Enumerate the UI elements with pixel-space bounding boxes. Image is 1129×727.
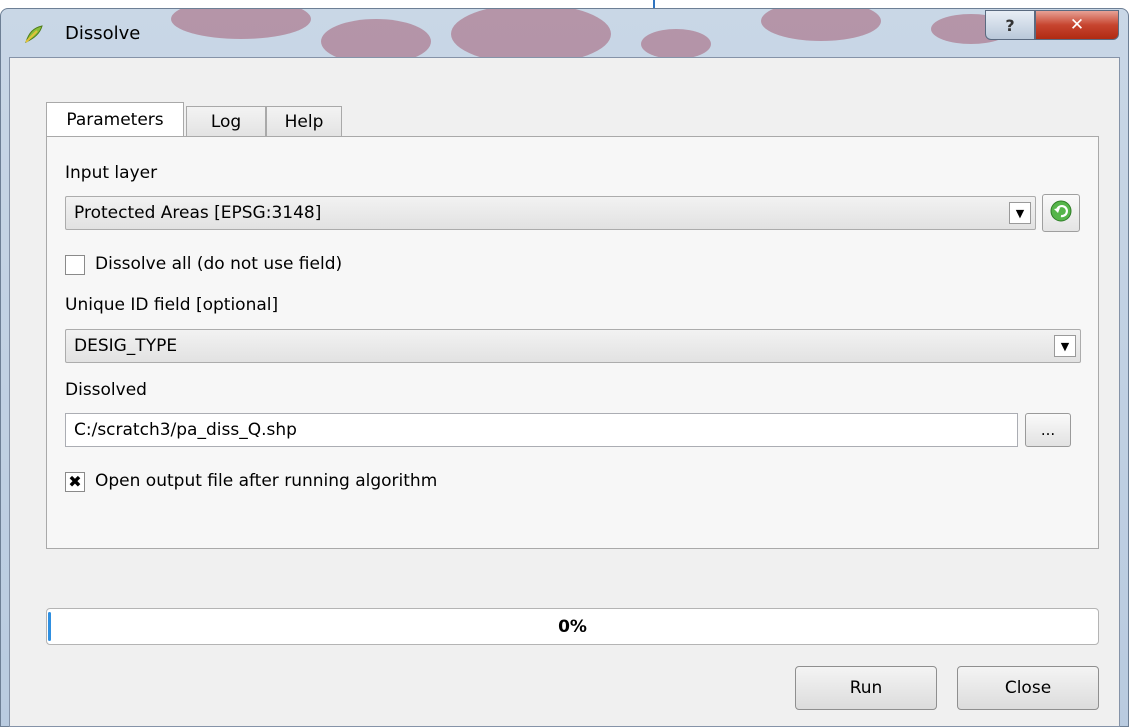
open-output-label: Open output file after running algorithm xyxy=(95,471,438,491)
browse-button[interactable]: ... xyxy=(1025,413,1071,447)
refresh-icon xyxy=(1049,199,1073,228)
tab-log-label: Log xyxy=(210,111,242,132)
dialog-window: Dissolve ? ✕ Parameters Log Help Input l… xyxy=(0,8,1129,727)
progress-bar: 0% xyxy=(46,608,1099,645)
dissolve-all-label: Dissolve all (do not use field) xyxy=(95,254,343,274)
progress-label: 0% xyxy=(558,617,587,637)
browse-label: ... xyxy=(1040,421,1056,439)
qgis-leaf-icon xyxy=(23,23,45,45)
window-title: Dissolve xyxy=(65,23,141,44)
question-icon: ? xyxy=(1005,15,1015,35)
dissolve-all-checkbox[interactable] xyxy=(65,255,85,275)
close-button-label: Close xyxy=(1004,678,1052,698)
close-button[interactable]: Close xyxy=(957,666,1099,710)
input-layer-select[interactable]: Protected Areas [EPSG:3148] ▼ xyxy=(65,196,1036,230)
chevron-down-icon: ▼ xyxy=(1054,335,1076,357)
close-window-button[interactable]: ✕ xyxy=(1035,10,1119,40)
dissolved-path-input[interactable] xyxy=(65,413,1018,447)
unique-id-value: DESIG_TYPE xyxy=(74,336,178,356)
tab-parameters[interactable]: Parameters xyxy=(46,102,184,136)
help-window-button[interactable]: ? xyxy=(985,10,1035,40)
input-layer-value: Protected Areas [EPSG:3148] xyxy=(74,203,322,223)
checkmark-icon: ✖ xyxy=(68,472,82,491)
open-output-checkbox[interactable]: ✖ xyxy=(65,472,85,492)
parameters-panel: Input layer Protected Areas [EPSG:3148] … xyxy=(46,136,1099,549)
dialog-body: Parameters Log Help Input layer Protecte… xyxy=(9,57,1120,727)
tab-help[interactable]: Help xyxy=(266,106,342,136)
run-button-label: Run xyxy=(849,678,883,698)
tab-help-label: Help xyxy=(284,111,324,132)
dissolved-label: Dissolved xyxy=(65,380,147,400)
tab-log[interactable]: Log xyxy=(186,106,266,136)
input-layer-label: Input layer xyxy=(65,163,158,183)
unique-id-select[interactable]: DESIG_TYPE ▼ xyxy=(65,329,1081,363)
unique-id-label: Unique ID field [optional] xyxy=(65,295,279,315)
title-bar[interactable]: Dissolve ? ✕ xyxy=(1,9,1128,53)
tab-parameters-label: Parameters xyxy=(66,109,164,130)
chevron-down-icon: ▼ xyxy=(1009,202,1031,224)
close-icon: ✕ xyxy=(1069,15,1085,35)
run-button[interactable]: Run xyxy=(795,666,937,710)
refresh-layer-button[interactable] xyxy=(1042,194,1080,232)
